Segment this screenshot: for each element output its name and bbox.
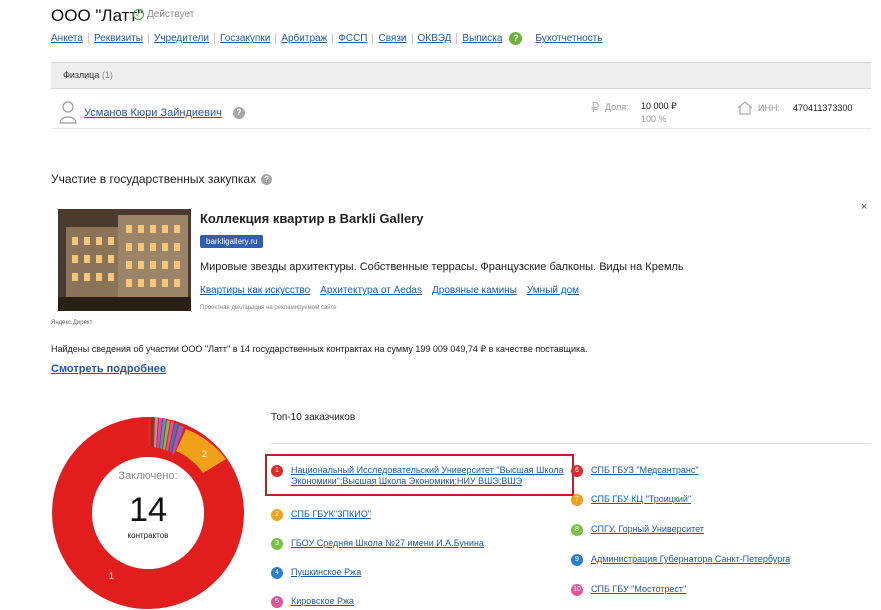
tab-vypiska[interactable]: Выписка [457,33,507,44]
customer-item-7: 7 СПБ ГБУ КЦ "Троицкий" [571,494,691,506]
procurement-title-text: Участие в государственных закупках [51,172,257,186]
tab-anketa[interactable]: Анкета [51,33,89,44]
highlight-box [265,454,574,496]
person-icon [59,101,77,124]
customer-item-3: 3 ГБОУ Средняя Школа №27 имени И.А.Бунин… [271,538,484,550]
section-count: (1) [101,70,113,80]
ad-disclaimer: Проектная декларация на рекламируемом са… [200,305,337,311]
customer-number-badge: 7 [571,494,583,506]
customer-link[interactable]: СПБ ГБУ "Мостотрест" [591,584,686,595]
customer-item-9: 9 Администрация Губернатора Санкт-Петерб… [571,554,790,566]
check-circle-icon: ✓ [133,9,144,20]
donut-label-2: 2 [202,449,207,459]
ad-link-apartments[interactable]: Квартиры как искусство [200,285,310,296]
customer-item-6: 6 СПБ ГБУЗ "Медсантранс" [571,465,699,477]
tab-fssp[interactable]: ФССП [333,33,374,44]
customer-link[interactable]: СПБ ГБУК"ЗПКИО" [291,509,371,520]
customer-item-4: 4 Пушкинское Ржа [271,567,361,579]
ad-links: Квартиры как искусство Архитектура от Ae… [200,285,579,296]
customer-number-badge: 6 [571,465,583,477]
section-title: Физлица [63,70,100,80]
company-status: ✓ Действует [133,9,194,20]
ad-link-fireplaces[interactable]: Дровяные камины [432,285,517,296]
share-percent: 100 % [641,114,667,124]
help-icon[interactable]: ? [233,107,245,119]
ad-description: Мировые звезды архитектуры. Собственные … [200,261,684,273]
customer-link[interactable]: Администрация Губернатора Санкт-Петербур… [591,554,790,565]
customer-link[interactable]: СПБ ГБУЗ "Медсантранс" [591,465,699,476]
donut-label-1: 1 [109,571,114,581]
donut-unit: контрактов [127,531,169,540]
see-more-link[interactable]: Смотреть подробнее [51,363,166,375]
company-title: ООО "Латт" [51,6,144,25]
tab-buhotchetnost[interactable]: Бухотчетность [530,33,607,44]
person-name-link[interactable]: Усманов Кюри Зайндиевич [84,107,222,119]
share-label: Доля: [605,102,629,112]
customer-item-8: 8 СПГУ, Горный Университет [571,524,704,536]
tab-goszakupki[interactable]: Госзакупки [215,33,277,44]
tab-rekvizity[interactable]: Реквизиты [89,33,149,44]
customer-link[interactable]: Пушкинское Ржа [291,567,361,578]
customer-link[interactable]: СПБ ГБУ КЦ "Троицкий" [591,494,691,505]
inn-label: ИНН: [758,103,780,113]
divider [271,443,871,444]
house-icon [737,101,753,115]
person-row: Усманов Кюри Зайндиевич ? ₽ Доля: 10 000… [51,97,871,129]
tab-uchrediteli[interactable]: Учредители [149,33,215,44]
donut-number: 14 [129,491,167,529]
customer-item-10: 10 СПБ ГБУ "Мостотрест" [571,584,686,596]
building-illustration [58,209,191,311]
customer-number-badge: 3 [271,538,283,550]
donut-caption: Заключено: [118,470,178,482]
customer-number-badge: 5 [271,596,283,608]
inn-value: 470411373300 [793,103,853,113]
ruble-icon: ₽ [591,100,600,115]
customer-number-badge: 2 [271,509,283,521]
ad-link-smart-home[interactable]: Умный дом [527,285,579,296]
customer-link[interactable]: СПГУ, Горный Университет [591,524,704,535]
tab-arbitrazh[interactable]: Арбитраж [276,33,334,44]
help-icon[interactable]: ? [509,32,523,45]
section-header-individuals: Физлица (1) [51,62,871,89]
customer-number-badge: 9 [571,554,583,566]
ad-title[interactable]: Коллекция квартир в Barkli Gallery [200,211,423,226]
customer-number-badge: 8 [571,524,583,536]
customer-number-badge: 10 [571,584,583,596]
top10-title: Топ-10 заказчиков [271,412,356,423]
ad-domain-badge[interactable]: barkligallery.ru [200,235,264,248]
ad-building-image[interactable] [58,209,191,311]
ad-source: Яндекс.Директ [51,320,93,326]
company-tabs: Анкета Реквизиты Учредители Госзакупки А… [51,32,607,45]
procurement-summary: Найдены сведения об участии ООО "Латт" в… [51,344,588,354]
tab-svyazi[interactable]: Связи [373,33,413,44]
share-amount: 10 000 ₽ [641,101,677,111]
customer-item-2: 2 СПБ ГБУК"ЗПКИО" [271,509,371,521]
ad-link-architecture[interactable]: Архитектура от Aedas [320,285,422,296]
close-icon[interactable]: × [861,201,867,213]
help-icon[interactable]: ? [261,173,273,185]
customer-link[interactable]: ГБОУ Средняя Школа №27 имени И.А.Бунина [291,538,484,549]
tab-okved[interactable]: ОКВЭД [413,33,458,44]
company-status-label: Действует [147,9,195,20]
procurement-title: Участие в государственных закупках ? [51,172,273,186]
customer-link[interactable]: Кировское Ржа [291,596,354,607]
customer-item-5: 5 Кировское Ржа [271,596,354,608]
customer-number-badge: 4 [271,567,283,579]
